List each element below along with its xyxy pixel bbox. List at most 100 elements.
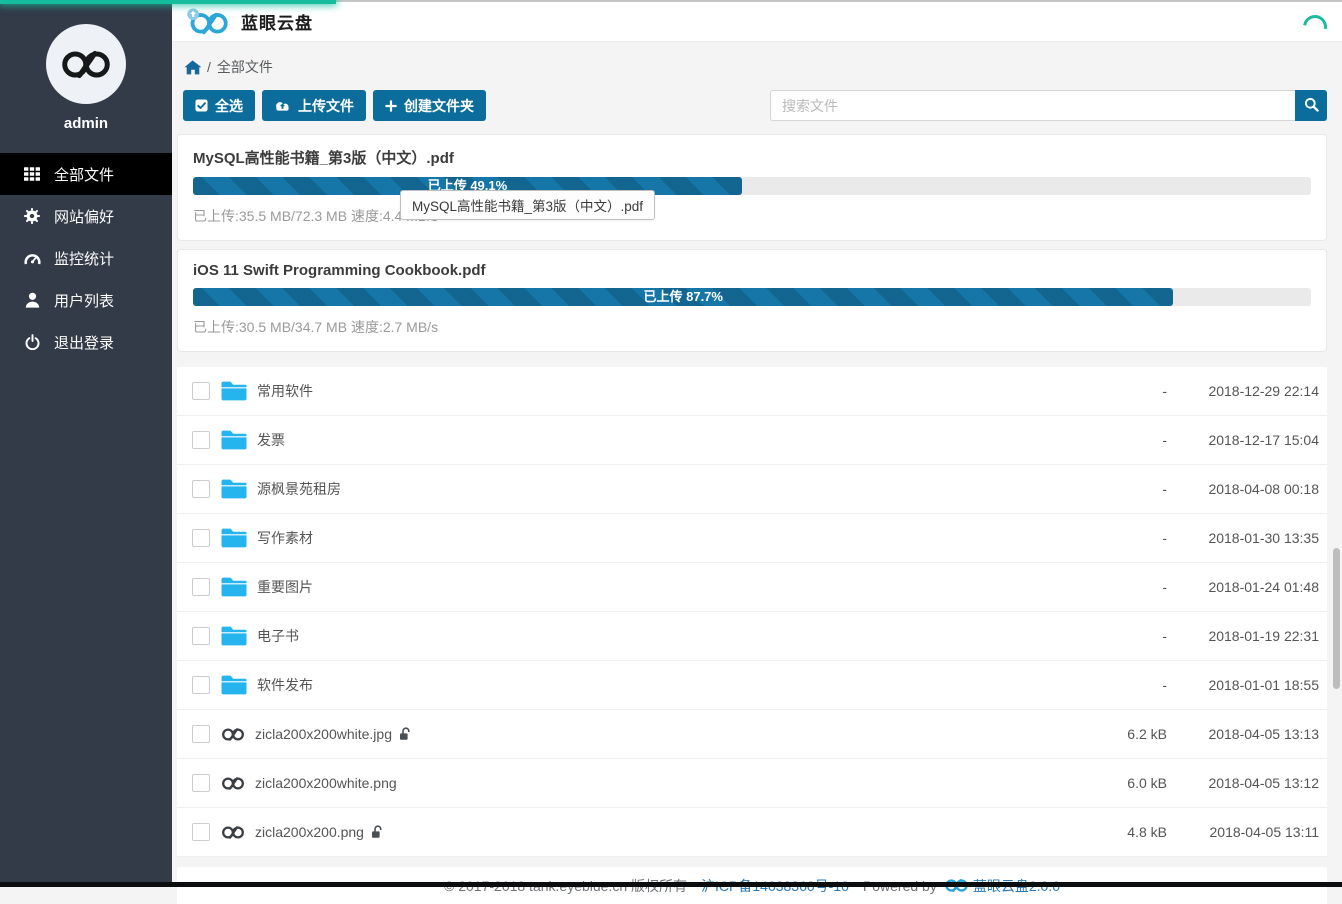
file-size: 4.8 kB <box>1057 824 1167 840</box>
file-name[interactable]: zicla200x200.png <box>255 824 364 840</box>
sidebar-item-label: 退出登录 <box>54 332 114 353</box>
file-size: 6.2 kB <box>1057 726 1167 742</box>
loading-spinner-icon <box>1298 10 1331 43</box>
avatar[interactable] <box>46 24 126 104</box>
dashboard-icon <box>23 251 41 266</box>
sidebar-item-all-files[interactable]: 全部文件 <box>0 153 172 195</box>
row-checkbox[interactable] <box>192 823 210 841</box>
breadcrumb-current[interactable]: 全部文件 <box>217 57 273 77</box>
folder-icon <box>221 626 247 646</box>
row-checkbox[interactable] <box>192 627 210 645</box>
file-table: 常用软件 - 2018-12-29 22:14 发票 - 2018-12-17 … <box>177 367 1327 857</box>
sidebar-item-user-list[interactable]: 用户列表 <box>0 279 172 321</box>
file-date: 2018-01-19 22:31 <box>1167 628 1319 644</box>
bottom-bar <box>0 882 1342 887</box>
image-thumbnail-icon <box>221 825 245 840</box>
row-checkbox[interactable] <box>192 480 210 498</box>
file-size: - <box>1057 432 1167 448</box>
file-date: 2018-12-29 22:14 <box>1167 383 1319 399</box>
main-area: 蓝眼云盘 / 全部文件 全选 上传文件 创建文件夹 <box>172 0 1342 887</box>
upload-status: 已上传:35.5 MB/72.3 MB 速度:4.4 MB/s <box>193 206 1311 226</box>
row-checkbox[interactable] <box>192 774 210 792</box>
upload-card: iOS 11 Swift Programming Cookbook.pdf 已上… <box>177 249 1327 352</box>
file-date: 2018-04-05 13:12 <box>1167 775 1319 791</box>
file-name[interactable]: 常用软件 <box>257 381 313 401</box>
search-group <box>770 90 1327 121</box>
upload-progress-track: 已上传 49.1% <box>193 177 1311 195</box>
file-name[interactable]: 重要图片 <box>257 577 313 597</box>
sidebar-username: admin <box>0 115 172 132</box>
file-date: 2018-04-05 13:11 <box>1167 824 1319 840</box>
file-date: 2018-04-08 00:18 <box>1167 481 1319 497</box>
cloud-upload-icon <box>274 100 291 112</box>
file-name[interactable]: 写作素材 <box>257 528 313 548</box>
file-size: - <box>1057 677 1167 693</box>
upload-filename: MySQL高性能书籍_第3版（中文）.pdf <box>193 147 1311 168</box>
select-all-button[interactable]: 全选 <box>183 90 255 121</box>
app-logo-icon[interactable] <box>186 8 230 35</box>
row-checkbox[interactable] <box>192 529 210 547</box>
table-row[interactable]: zicla200x200.png 4.8 kB 2018-04-05 13:11 <box>177 808 1327 857</box>
file-size: - <box>1057 530 1167 546</box>
file-name[interactable]: zicla200x200white.jpg <box>255 726 392 742</box>
row-checkbox[interactable] <box>192 382 210 400</box>
row-checkbox[interactable] <box>192 676 210 694</box>
file-name[interactable]: 软件发布 <box>257 675 313 695</box>
user-icon <box>23 292 41 308</box>
file-size: - <box>1057 481 1167 497</box>
plus-icon <box>385 100 397 112</box>
sidebar-item-monitor-stats[interactable]: 监控统计 <box>0 237 172 279</box>
row-checkbox[interactable] <box>192 431 210 449</box>
file-date: 2018-12-17 15:04 <box>1167 432 1319 448</box>
unlock-icon <box>371 825 384 839</box>
table-row[interactable]: 重要图片 - 2018-01-24 01:48 <box>177 563 1327 612</box>
table-row[interactable]: zicla200x200white.jpg 6.2 kB 2018-04-05 … <box>177 710 1327 759</box>
sidebar-item-site-preferences[interactable]: 网站偏好 <box>0 195 172 237</box>
folder-icon <box>221 430 247 450</box>
sidebar-nav: 全部文件 网站偏好 监控统计 用户列表 退出登录 <box>0 153 172 363</box>
table-row[interactable]: 写作素材 - 2018-01-30 13:35 <box>177 514 1327 563</box>
table-row[interactable]: 常用软件 - 2018-12-29 22:14 <box>177 367 1327 416</box>
sidebar-item-logout[interactable]: 退出登录 <box>0 321 172 363</box>
content: / 全部文件 全选 上传文件 创建文件夹 My <box>172 57 1342 904</box>
upload-card: MySQL高性能书籍_第3版（中文）.pdf 已上传 49.1% 已上传:35.… <box>177 134 1327 241</box>
scrollbar-thumb[interactable] <box>1333 548 1340 689</box>
row-checkbox[interactable] <box>192 578 210 596</box>
upload-filename: iOS 11 Swift Programming Cookbook.pdf <box>193 262 1311 279</box>
create-folder-button[interactable]: 创建文件夹 <box>373 90 486 121</box>
table-row[interactable]: 发票 - 2018-12-17 15:04 <box>177 416 1327 465</box>
search-button[interactable] <box>1295 90 1327 121</box>
upload-progress-fill: 已上传 87.7% <box>193 288 1173 306</box>
create-folder-label: 创建文件夹 <box>404 96 474 116</box>
check-square-icon <box>195 99 208 112</box>
file-name[interactable]: zicla200x200white.png <box>255 775 397 791</box>
row-checkbox[interactable] <box>192 725 210 743</box>
folder-icon <box>221 577 247 597</box>
file-name[interactable]: 电子书 <box>257 626 299 646</box>
app-header: 蓝眼云盘 <box>172 2 1342 42</box>
top-loading-bar <box>0 0 336 4</box>
upload-progress-track: 已上传 87.7% <box>193 288 1311 306</box>
search-input[interactable] <box>770 90 1295 121</box>
file-name[interactable]: 发票 <box>257 430 285 450</box>
image-thumbnail-icon <box>221 727 245 742</box>
sidebar-item-label: 全部文件 <box>54 164 114 185</box>
folder-icon <box>221 479 247 499</box>
home-icon[interactable] <box>184 60 201 75</box>
table-row[interactable]: 软件发布 - 2018-01-01 18:55 <box>177 661 1327 710</box>
breadcrumb-separator: / <box>207 59 211 75</box>
table-row[interactable]: 源枫景苑租房 - 2018-04-08 00:18 <box>177 465 1327 514</box>
sidebar: admin 全部文件 网站偏好 监控统计 用户列表 退出登录 <box>0 0 172 887</box>
sidebar-item-label: 用户列表 <box>54 290 114 311</box>
table-row[interactable]: 电子书 - 2018-01-19 22:31 <box>177 612 1327 661</box>
file-size: 6.0 kB <box>1057 775 1167 791</box>
breadcrumb: / 全部文件 <box>184 57 1327 77</box>
file-date: 2018-01-24 01:48 <box>1167 579 1319 595</box>
upload-file-button[interactable]: 上传文件 <box>262 90 366 121</box>
upload-tooltip: MySQL高性能书籍_第3版（中文）.pdf <box>400 190 655 220</box>
table-row[interactable]: zicla200x200white.png 6.0 kB 2018-04-05 … <box>177 759 1327 808</box>
file-name[interactable]: 源枫景苑租房 <box>257 479 341 499</box>
gear-icon <box>23 208 41 224</box>
file-size: - <box>1057 383 1167 399</box>
folder-icon <box>221 675 247 695</box>
